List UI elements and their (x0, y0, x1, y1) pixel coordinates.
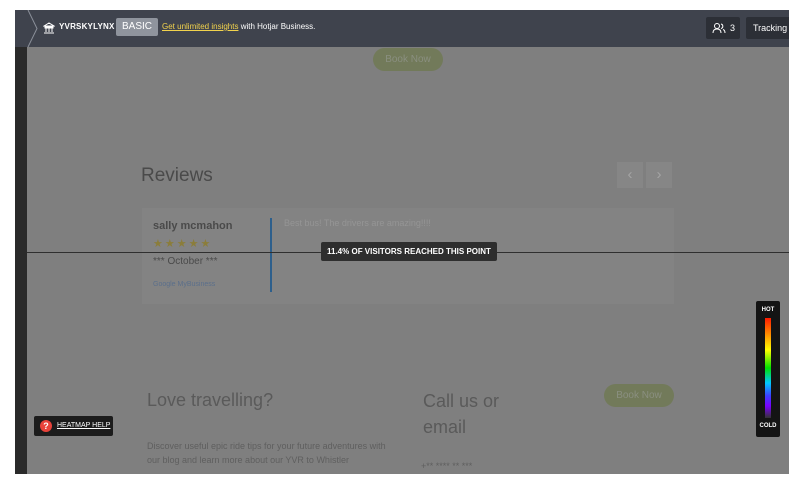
book-now-button-bottom[interactable]: Book Now (604, 384, 674, 407)
hotjar-toolbar: YVRSKYLYNX BASIC Get unlimited insights … (15, 10, 789, 47)
heatmap-help-button[interactable]: ? HEATMAP HELP (34, 416, 113, 436)
left-sidebar-strip (15, 10, 27, 474)
love-travelling-text: Discover useful epic ride tips for your … (147, 441, 386, 465)
review-source: Google MyBusiness (153, 281, 216, 288)
call-us-heading: Call us or email (423, 391, 500, 437)
users-count: 3 (730, 23, 736, 33)
review-author: sally mcmahon (153, 220, 233, 232)
love-travelling-heading: Love travelling? (147, 390, 274, 410)
users-icon (712, 23, 726, 34)
help-icon: ? (40, 420, 52, 432)
upgrade-link[interactable]: Get unlimited insights (162, 22, 238, 31)
review-divider (270, 218, 272, 292)
legend-hot-label: HOT (761, 307, 775, 313)
site-name[interactable]: YVRSKYLYNX (59, 22, 115, 31)
scroll-reach-label: 11.4% OF VISITORS REACHED THIS POINT (321, 242, 497, 261)
heatmap-legend: HOT COLD (756, 301, 780, 437)
tracking-button[interactable]: Tracking (746, 17, 789, 39)
upgrade-promo: Get unlimited insights with Hotjar Busin… (162, 22, 315, 31)
heatmap-help-label: HEATMAP HELP (57, 422, 111, 429)
review-text: Best bus! The drivers are amazing!!!! (284, 218, 431, 228)
app-window: YVRSKYLYNX BASIC Get unlimited insights … (15, 10, 789, 474)
plan-badge: BASIC (116, 18, 159, 36)
reviews-title: Reviews (141, 165, 213, 186)
legend-cold-label: COLD (759, 423, 777, 429)
reviews-prev-button[interactable]: ‹ (617, 162, 643, 188)
building-icon (43, 22, 55, 34)
breadcrumb-arrow-icon (27, 10, 38, 47)
upgrade-promo-text: with Hotjar Business. (238, 22, 316, 31)
book-now-button-top[interactable]: Book Now (373, 48, 443, 71)
star-rating: ★★★★★ (153, 238, 213, 250)
users-button[interactable]: 3 (706, 17, 740, 39)
legend-gradient-bar (765, 318, 771, 418)
reviews-next-button[interactable]: › (646, 162, 672, 188)
phone-number[interactable]: +** **** ** *** (421, 461, 472, 471)
review-date: *** October *** (153, 256, 218, 267)
